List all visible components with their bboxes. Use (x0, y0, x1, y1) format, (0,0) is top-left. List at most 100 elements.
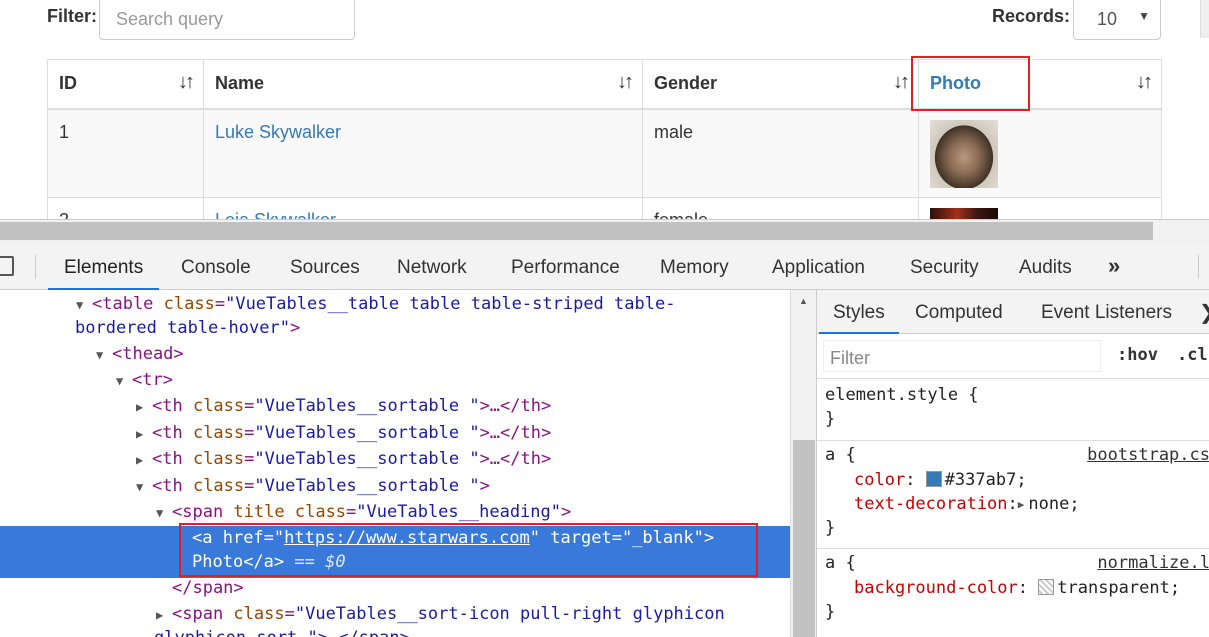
name-link[interactable]: Luke Skywalker (215, 122, 341, 142)
sort-icon[interactable]: ↓↑ (617, 71, 634, 94)
more-tabs-icon[interactable]: » (1108, 253, 1120, 279)
page-scrollbar[interactable] (1200, 0, 1209, 38)
scroll-up-icon[interactable]: ▲ (799, 296, 808, 306)
css-rule-normalize: a { normalize.l background-color: transp… (817, 548, 1209, 637)
cell-photo (918, 197, 1162, 219)
tab-application[interactable]: Application (772, 257, 865, 279)
dom-node-th[interactable]: ▶ <th class="VueTables__sortable ">…</th> (136, 446, 551, 472)
column-header-name[interactable]: Name ↓↑ (203, 59, 643, 110)
css-declaration[interactable]: color: #337ab7; (854, 468, 1027, 492)
column-header-id[interactable]: ID ↓↑ (47, 59, 204, 110)
css-property: text-decoration (854, 494, 1008, 514)
tab-event-listeners[interactable]: Event Listeners (1041, 302, 1172, 324)
tab-audits[interactable]: Audits (1019, 257, 1072, 279)
dom-node-th[interactable]: ▶ <th class="VueTables__sortable ">…</th> (136, 420, 551, 446)
dom-node-thead[interactable]: ▼ <thead> (96, 341, 184, 367)
filter-label: Filter: (47, 6, 98, 26)
class-toggle[interactable]: .cl (1177, 345, 1208, 365)
rule-close-brace: } (825, 602, 836, 622)
records-per-page-select[interactable]: 10 ▼ (1073, 0, 1161, 40)
sort-icon[interactable]: ↓↑ (178, 71, 195, 94)
cell-name: Luke Skywalker (203, 108, 643, 198)
cell-id: 2 (47, 197, 204, 219)
dom-node-span-close[interactable]: </span> (172, 575, 244, 601)
column-header-photo[interactable]: Photo ↓↑ (918, 59, 1162, 110)
vuetables-table: ID ↓↑ Name ↓↑ Gender ↓↑ Photo ↓↑ 1 Luke … (47, 59, 1162, 219)
dom-node-span-sort[interactable]: ▶ <span class="VueTables__sort-icon pull-… (156, 601, 725, 627)
expanded-triangle-icon[interactable]: ▼ (96, 342, 112, 368)
tab-styles[interactable]: Styles (819, 302, 899, 334)
attr-name: href (222, 528, 264, 548)
href-link[interactable]: https://www.starwars.com (284, 528, 530, 548)
records-select-value: 10 (1097, 9, 1118, 29)
dom-node-a-selected[interactable]: <a href="https://www.starwars.com" targe… (192, 525, 714, 551)
tab-security[interactable]: Security (910, 257, 979, 279)
sort-icon[interactable]: ↓↑ (1136, 71, 1153, 94)
tag-text: > (289, 318, 301, 338)
tab-performance[interactable]: Performance (511, 257, 620, 279)
stylesheet-source-link[interactable]: normalize.l (1097, 551, 1209, 575)
color-swatch-icon[interactable] (925, 471, 942, 487)
dom-node-span-heading[interactable]: ▼ <span title class="VueTables__heading"> (156, 499, 571, 525)
search-input[interactable] (99, 0, 355, 40)
scrollbar-thumb[interactable] (793, 440, 815, 637)
inspect-element-icon[interactable] (0, 256, 14, 276)
attr-value: "VueTables__sortable " (254, 449, 480, 469)
tab-network[interactable]: Network (397, 257, 467, 279)
stylesheet-source-link[interactable]: bootstrap.cs (1087, 443, 1209, 467)
dom-node-a-selected-cont[interactable]: Photo</a> == $0 (192, 549, 346, 575)
dom-node-th-expanded[interactable]: ▼ <th class="VueTables__sortable "> (136, 473, 490, 499)
rule-selector: a { (825, 445, 856, 465)
elements-scrollbar[interactable]: ▲ (790, 290, 816, 637)
tag-text: > (561, 502, 572, 522)
attr-name: class (294, 502, 347, 522)
sort-icon[interactable]: ↓↑ (893, 71, 910, 94)
css-declaration[interactable]: text-decoration:▶ none; (854, 492, 1080, 517)
attr-name: class (163, 294, 215, 314)
tab-elements[interactable]: Elements (47, 257, 160, 290)
expanded-triangle-icon[interactable]: ▼ (116, 368, 132, 394)
attr-name: target (550, 528, 612, 548)
css-declaration[interactable]: background-color: transparent; (854, 576, 1180, 600)
chevron-right-icon[interactable]: ❯ (1199, 300, 1209, 325)
cell-name: Leia Skywalker (203, 197, 643, 219)
collapsed-triangle-icon[interactable]: ▶ (136, 394, 152, 420)
selected-marker: == $0 (294, 552, 346, 572)
tag-text: <a (192, 528, 223, 548)
scrollbar-thumb[interactable] (0, 222, 1153, 240)
styles-filter-input[interactable] (823, 340, 1101, 372)
tag-text: <thead> (112, 344, 184, 364)
tag-text: > (703, 528, 715, 548)
attr-value: glyphicon-sort ">…</span> (154, 628, 410, 637)
dom-node-table-cont[interactable]: bordered table-hover"> (75, 315, 300, 341)
tag-text: </a> (243, 552, 285, 572)
dom-node-th[interactable]: ▶ <th class="VueTables__sortable ">…</th> (136, 393, 551, 419)
tag-text: <th (152, 423, 193, 443)
color-swatch-icon[interactable] (1038, 579, 1055, 595)
name-link[interactable]: Leia Skywalker (215, 210, 336, 219)
photo-heading-link[interactable]: Photo (930, 73, 981, 93)
collapsed-triangle-icon[interactable]: ▶ (136, 447, 152, 473)
dom-node-table[interactable]: ▼ <table class="VueTables__table table ta… (76, 291, 675, 317)
expanded-triangle-icon[interactable]: ▼ (136, 474, 152, 500)
hover-state-toggle[interactable]: :hov (1117, 345, 1158, 365)
css-value: transparent; (1057, 578, 1181, 598)
column-header-gender[interactable]: Gender ↓↑ (642, 59, 919, 110)
horizontal-scrollbar[interactable] (0, 219, 1209, 243)
expanded-triangle-icon[interactable]: ▼ (156, 500, 172, 526)
node-text: Photo (192, 552, 244, 572)
tab-console[interactable]: Console (181, 257, 251, 279)
tag-text: >…</th> (479, 449, 552, 469)
expand-triangle-icon[interactable]: ▶ (1018, 498, 1025, 511)
collapsed-triangle-icon[interactable]: ▶ (136, 421, 152, 447)
cell-gender: female (642, 197, 919, 219)
dom-node-span-sort-cont[interactable]: glyphicon-sort ">…</span> (154, 625, 410, 637)
tab-memory[interactable]: Memory (660, 257, 729, 279)
css-value: #337ab7; (944, 470, 1027, 490)
dom-node-tr[interactable]: ▼ <tr> (116, 367, 173, 393)
attr-value: "VueTables__table table table-striped ta… (225, 294, 676, 314)
tab-sources[interactable]: Sources (290, 257, 360, 279)
tab-computed[interactable]: Computed (915, 302, 1003, 324)
styles-pane: Styles Computed Event Listeners ❯ :hov .… (816, 290, 1209, 637)
attr-name: class (192, 423, 245, 443)
